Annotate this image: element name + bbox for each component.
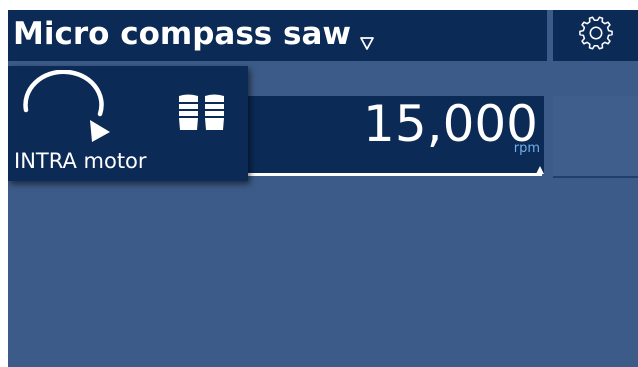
speed-display[interactable]: 15,000 rpm (246, 95, 544, 174)
gear-icon (579, 16, 613, 50)
motor-selector[interactable]: INTRA motor (8, 66, 248, 181)
foot-pedal-icon (179, 94, 224, 130)
clockwise-rotation-icon (23, 70, 110, 142)
program-selector[interactable]: Micro compass saw (8, 10, 547, 61)
main-screen: Micro compass saw 15,000 rpm INTRA motor (8, 10, 638, 367)
triangle-down-outline-icon (360, 37, 374, 50)
motor-label: INTRA motor (14, 149, 147, 173)
speed-unit: rpm (513, 141, 540, 156)
settings-button[interactable] (553, 10, 638, 61)
program-title: Micro compass saw (13, 16, 352, 52)
speed-marker-icon (536, 166, 544, 174)
side-panel (553, 96, 638, 178)
speed-level-bar (246, 173, 542, 176)
speed-value: 15,000 (363, 95, 538, 153)
